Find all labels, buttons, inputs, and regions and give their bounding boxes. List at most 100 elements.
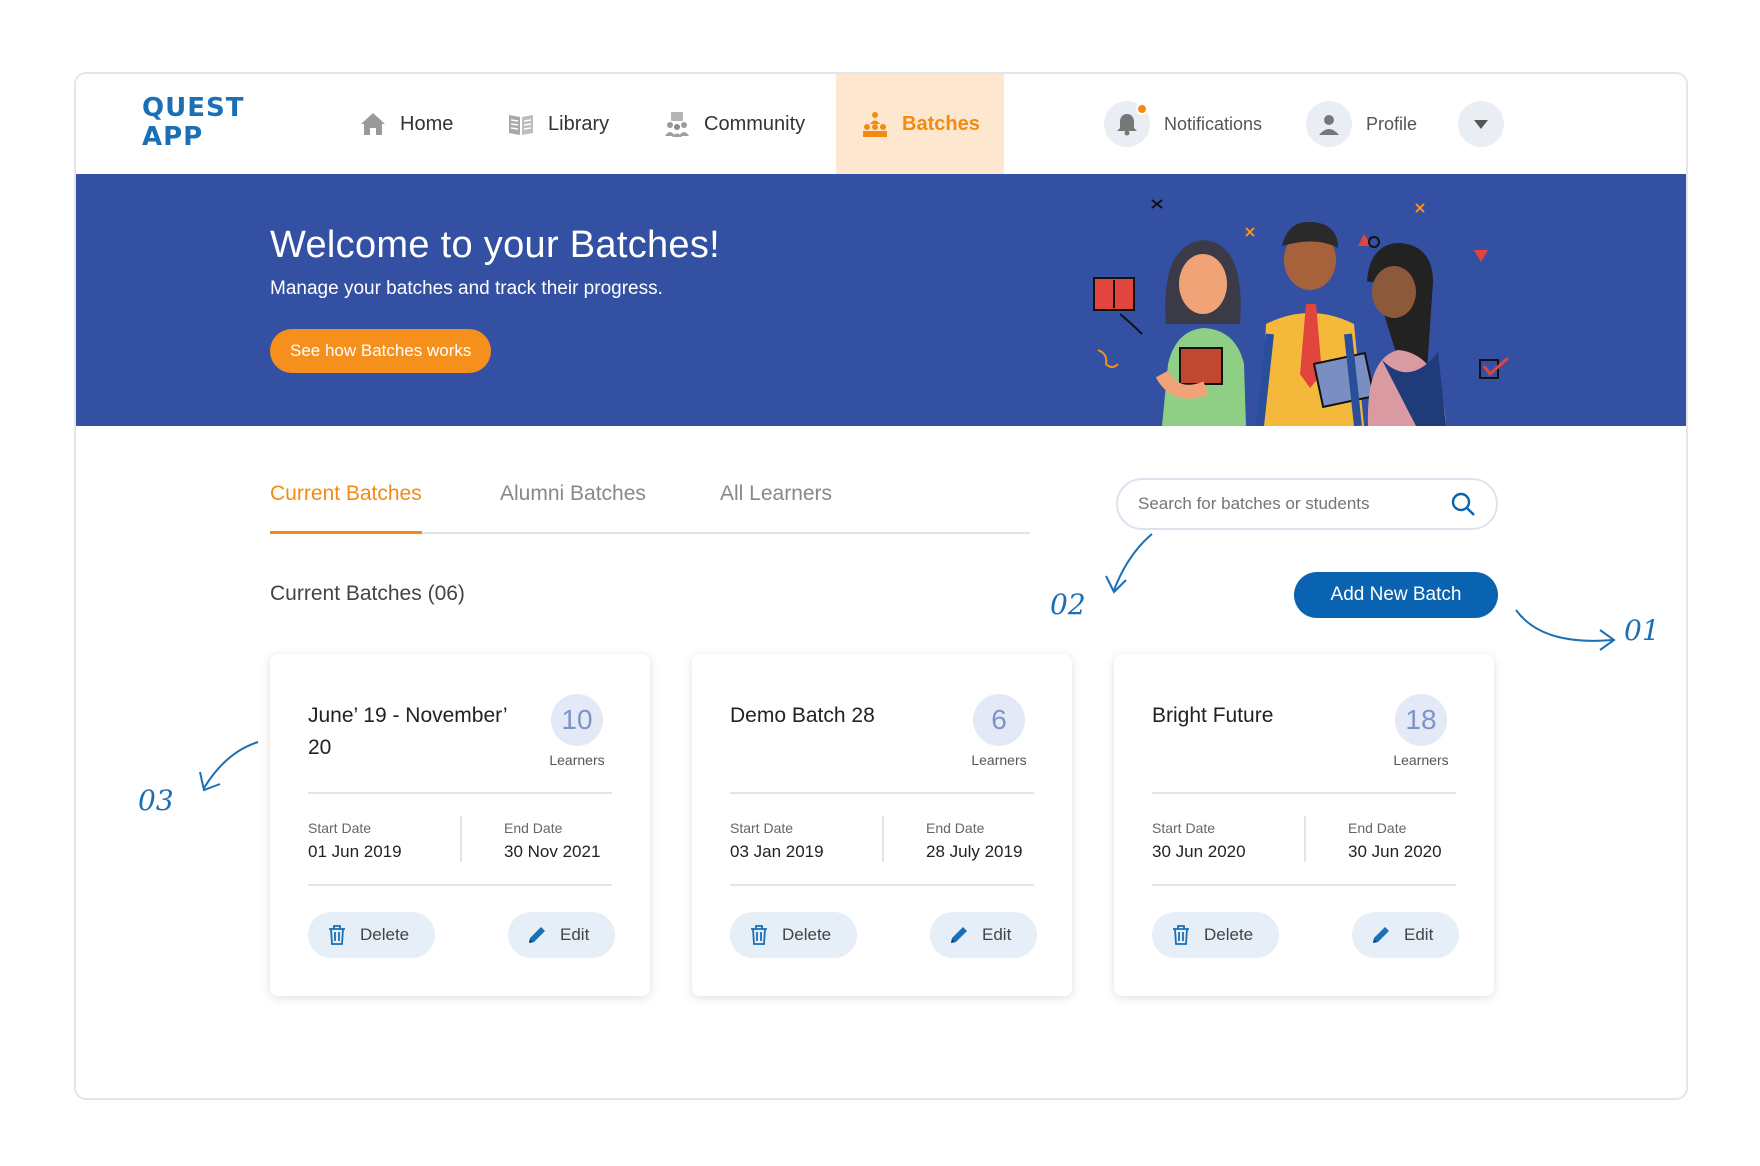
pencil-icon: [951, 927, 967, 943]
start-date-value: 30 Jun 2020: [1152, 842, 1246, 861]
pencil-icon: [1373, 927, 1389, 943]
notifications-label: Notifications: [1164, 113, 1263, 134]
bell-icon: [1117, 114, 1137, 136]
end-date: End Date 30 Jun 2020: [1348, 820, 1442, 862]
welcome-banner: Welcome to your Batches! Manage your bat…: [76, 174, 1686, 426]
date-separator: [460, 816, 462, 862]
end-date: End Date 28 July 2019: [926, 820, 1022, 862]
nav-item-batches[interactable]: Batches: [836, 74, 1004, 174]
delete-button[interactable]: Delete: [308, 912, 436, 958]
annotation-arrow-03: [199, 741, 259, 792]
delete-button[interactable]: Delete: [1152, 912, 1280, 958]
start-date-value: 03 Jan 2019: [730, 842, 824, 861]
card-divider: [730, 884, 1034, 886]
delete-label: Delete: [1204, 925, 1254, 944]
dropdown-wrap: [1458, 101, 1504, 147]
add-new-batch-button[interactable]: Add New Batch: [1294, 572, 1498, 618]
batch-title: Bright Future: [1152, 704, 1274, 727]
delete-label: Delete: [360, 925, 410, 944]
pencil-icon: [529, 927, 545, 943]
batch-card: Bright Future 18 Learners Start Date 30 …: [1114, 654, 1494, 996]
chevron-down-icon: [1474, 120, 1488, 129]
notification-icon-wrap: [1104, 101, 1150, 147]
students-illustration: [1093, 199, 1509, 426]
annotation-arrow-02: [1105, 533, 1153, 594]
learner-count-label: Learners: [1393, 752, 1449, 768]
end-date-value: 30 Jun 2020: [1348, 842, 1442, 861]
logo-line-1: QUEST: [142, 93, 245, 123]
trash-icon: [751, 925, 767, 945]
top-navigation: QUEST APP Home Library Community Batches…: [76, 74, 1686, 174]
home-icon: [361, 113, 385, 135]
end-date-value: 28 July 2019: [926, 842, 1023, 861]
annotation-02: 02: [1050, 588, 1086, 621]
learner-count-badge: 18: [1395, 694, 1447, 746]
end-date: End Date 30 Nov 2021: [504, 820, 600, 862]
edit-button[interactable]: Edit: [508, 912, 616, 958]
user-icon: [1319, 115, 1339, 135]
card-divider: [308, 792, 612, 794]
edit-label: Edit: [982, 925, 1012, 944]
start-date-value: 01 Jun 2019: [308, 842, 402, 861]
delete-label: Delete: [782, 925, 832, 944]
trash-icon: [1173, 925, 1189, 945]
notification-dot: [1136, 103, 1148, 115]
edit-button[interactable]: Edit: [1352, 912, 1460, 958]
start-date: Start Date 01 Jun 2019: [308, 820, 402, 862]
nav-label-home: Home: [400, 112, 454, 135]
avatar: [1306, 101, 1352, 147]
app-logo[interactable]: QUEST APP: [142, 94, 244, 152]
trash-icon: [329, 925, 345, 945]
edit-button[interactable]: Edit: [930, 912, 1038, 958]
community-icon: [665, 112, 689, 137]
profile-label: Profile: [1366, 113, 1418, 134]
nav-item-library[interactable]: Library: [506, 74, 609, 174]
card-divider: [730, 792, 1034, 794]
nav-label-community: Community: [704, 112, 806, 135]
learner-count-badge: 10: [551, 694, 603, 746]
how-batches-works-button[interactable]: See how Batches works: [270, 329, 492, 373]
edit-label: Edit: [560, 925, 590, 944]
end-date-label: End Date: [1348, 820, 1407, 836]
delete-button[interactable]: Delete: [730, 912, 858, 958]
date-separator: [882, 816, 884, 862]
tab-all-learners[interactable]: All Learners: [720, 474, 832, 534]
start-date-label: Start Date: [1152, 820, 1216, 836]
search-icon[interactable]: [1450, 491, 1476, 517]
end-date-value: 30 Nov 2021: [504, 842, 601, 861]
app-window: QUEST APP Home Library Community Batches…: [74, 72, 1688, 1100]
learner-count-label: Learners: [549, 752, 605, 768]
annotation-01: 01: [1624, 614, 1660, 647]
nav-item-home[interactable]: Home: [358, 74, 453, 174]
start-date-label: Start Date: [730, 820, 794, 836]
end-date-label: End Date: [504, 820, 563, 836]
banner-title: Welcome to your Batches!: [270, 224, 721, 266]
profile-dropdown-button[interactable]: [1458, 100, 1504, 148]
card-divider: [308, 884, 612, 886]
tab-alumni-batches[interactable]: Alumni Batches: [500, 474, 646, 534]
nav-label-library: Library: [548, 112, 610, 135]
learner-count: 10 Learners: [542, 694, 612, 768]
end-date-label: End Date: [926, 820, 985, 836]
learner-count-label: Learners: [971, 752, 1027, 768]
section-title: Current Batches (06): [270, 582, 465, 605]
search-input[interactable]: [1138, 494, 1450, 514]
nav-item-community[interactable]: Community: [662, 74, 805, 174]
search-box: [1116, 478, 1498, 530]
batch-tabs: Current Batches Alumni Batches All Learn…: [270, 474, 1030, 534]
start-date: Start Date 30 Jun 2020: [1152, 820, 1246, 862]
book-icon: [509, 115, 533, 135]
start-date: Start Date 03 Jan 2019: [730, 820, 824, 862]
banner-subtitle: Manage your batches and track their prog…: [270, 278, 663, 299]
card-divider: [1152, 884, 1456, 886]
batch-card: June’ 19 - November’ 20 10 Learners Star…: [270, 654, 650, 996]
edit-label: Edit: [1404, 925, 1434, 944]
batches-icon: [863, 112, 887, 137]
annotation-03: 03: [138, 784, 174, 817]
tab-current-batches[interactable]: Current Batches: [270, 474, 422, 534]
learner-count-badge: 6: [973, 694, 1025, 746]
profile-button[interactable]: Profile: [1306, 100, 1417, 148]
card-divider: [1152, 792, 1456, 794]
batch-title: June’ 19 - November’ 20: [308, 704, 507, 759]
notifications-button[interactable]: Notifications: [1104, 100, 1262, 148]
